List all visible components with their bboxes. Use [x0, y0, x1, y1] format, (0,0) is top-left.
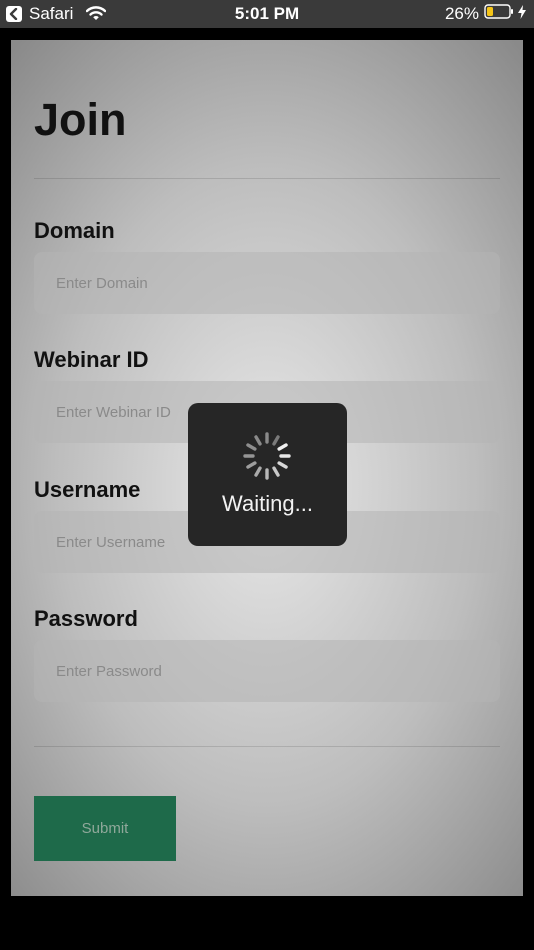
screen: Safari 5:01 PM 26% Join Domain Enter Dom…	[0, 0, 534, 950]
password-input[interactable]	[34, 640, 500, 702]
domain-label: Domain	[34, 218, 115, 243]
battery-percent: 26%	[444, 4, 479, 23]
password-label: Password	[34, 606, 138, 631]
spinner-icon	[240, 429, 294, 488]
loading-label: Waiting...	[222, 491, 313, 516]
webinar-id-label: Webinar ID	[34, 347, 149, 372]
battery-status: 26%	[444, 4, 526, 24]
battery-icon	[484, 4, 514, 24]
status-bar: Safari 5:01 PM 26%	[0, 0, 534, 28]
submit-button[interactable]: Submit	[34, 796, 176, 861]
divider	[34, 746, 500, 747]
loading-overlay: Waiting...	[188, 403, 347, 546]
username-label: Username	[34, 477, 141, 502]
divider	[34, 178, 500, 179]
domain-input[interactable]	[34, 252, 500, 314]
page-title: Join	[34, 94, 127, 145]
charging-bolt-icon	[518, 4, 526, 24]
